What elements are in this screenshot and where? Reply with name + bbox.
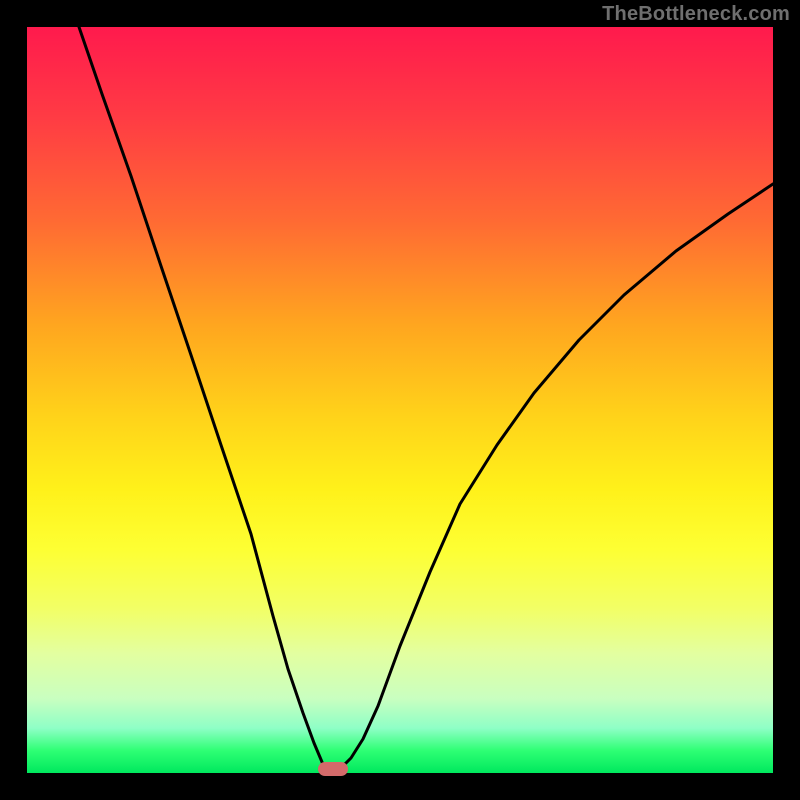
chart-frame: TheBottleneck.com — [0, 0, 800, 800]
plot-area — [27, 27, 773, 773]
optimal-marker — [318, 762, 348, 776]
watermark-text: TheBottleneck.com — [602, 3, 790, 26]
bottleneck-curve — [27, 27, 773, 773]
curve-path — [79, 27, 773, 769]
